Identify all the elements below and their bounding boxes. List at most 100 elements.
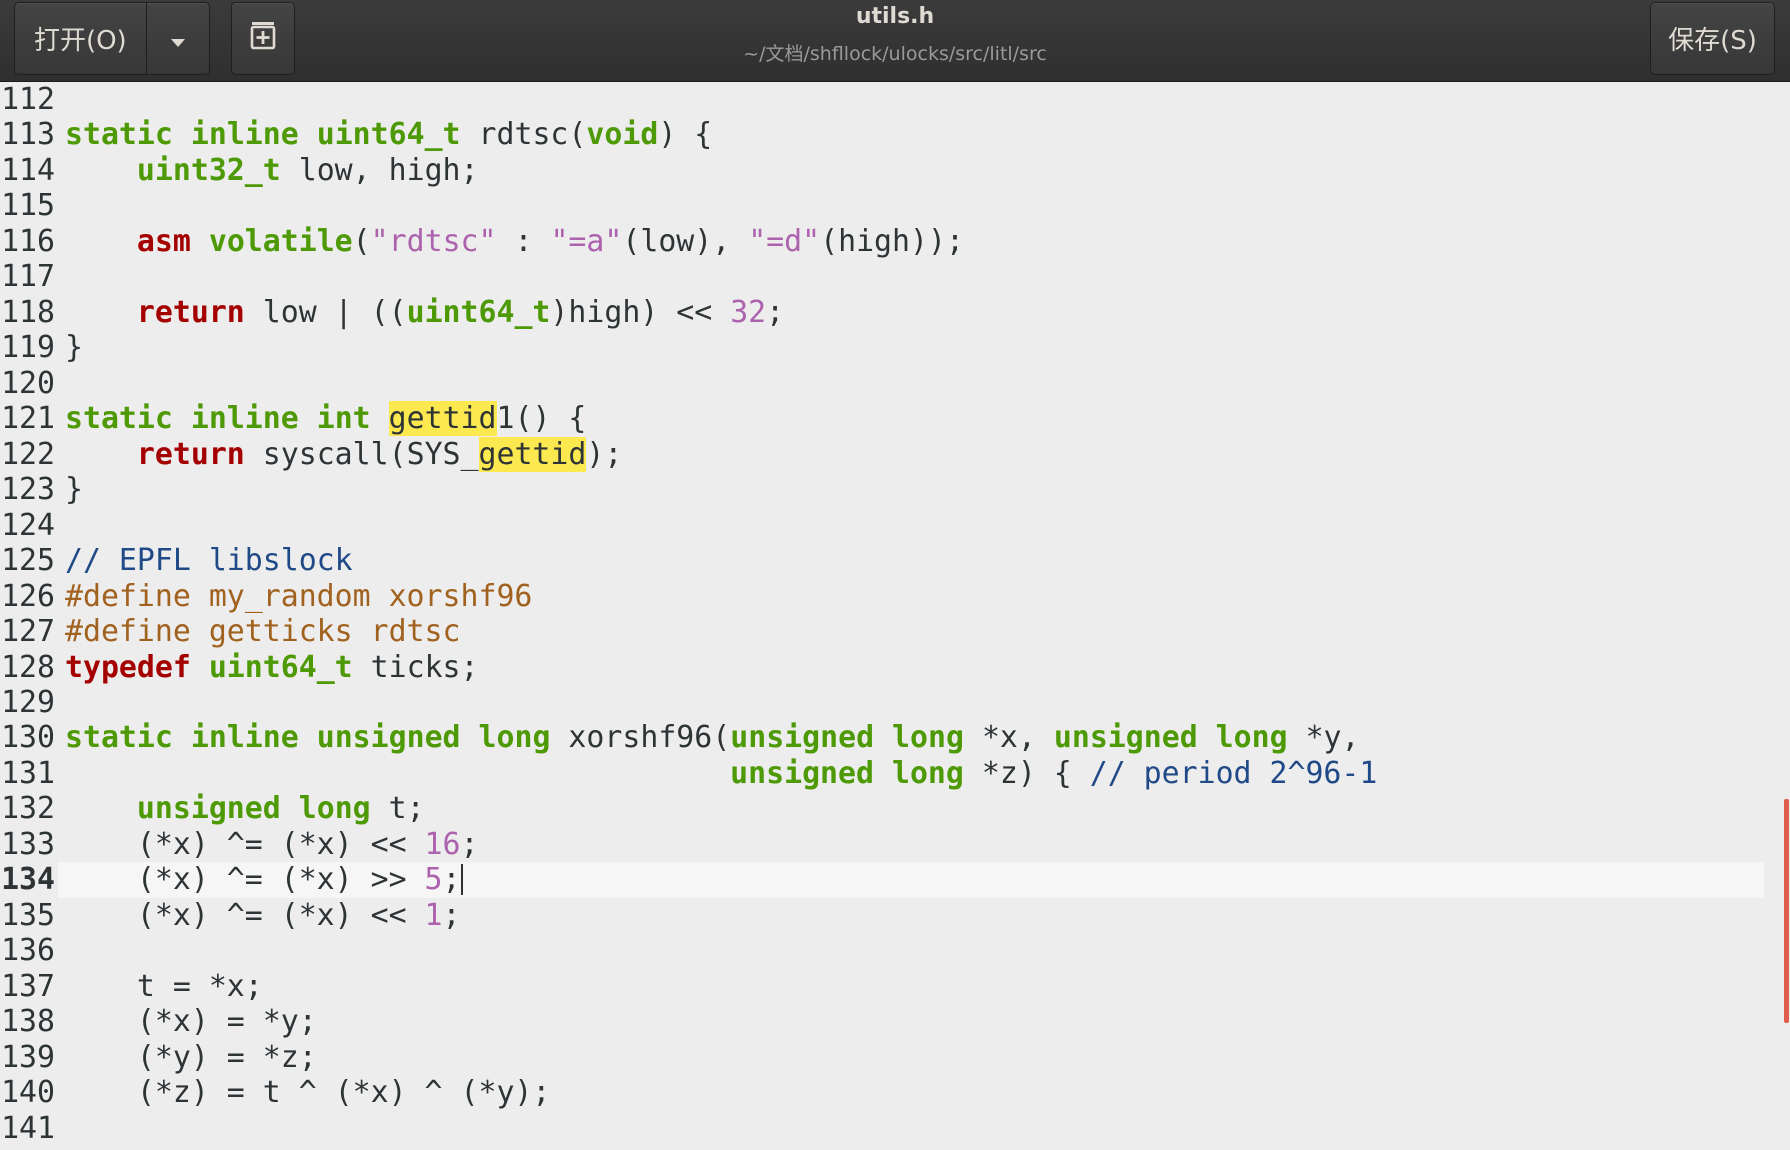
code-line[interactable]: static inline unsigned long xorshf96(uns… [65,720,1360,755]
code-text: (*z) = t ^ (*x) ^ (*y); [65,1075,551,1111]
code-text: (*x) ^= (*x) >> [65,862,425,898]
code-line[interactable]: asm volatile("rdtsc" : "=a"(low), "=d"(h… [65,224,964,259]
code-line[interactable]: uint32_t low, high; [65,153,479,188]
code-row: 138 (*x) = *y; [0,1004,1764,1039]
line-number: 124 [1,507,55,543]
line-number: 134 [1,862,55,898]
line-number: 128 [1,649,55,685]
type-keyword-token: long [1215,720,1288,756]
code-row: 141 [0,1111,1764,1146]
type-keyword-token: unsigned [136,791,281,827]
number-literal-token: 16 [424,826,461,862]
code-row: 124 [0,508,1764,543]
code-line[interactable]: unsigned long *z) { // period 2^96-1 [65,756,1377,791]
type-keyword-token: long [892,720,964,756]
code-text: xorshf96( [550,720,731,756]
code-row: 122 return syscall(SYS_gettid); [0,436,1764,472]
file-path-subtitle: ~/文档/shfllock/ulocks/src/litl/src [743,43,1047,65]
window-title: utils.h [855,4,935,29]
code-text: ; [766,294,785,330]
code-text: low | (( [244,294,407,330]
code-line[interactable]: (*x) ^= (*x) << 1; [65,898,461,933]
string-literal-token: "=d" [748,223,821,259]
header-bar: 打开(O) utils.h ~/文档/shfllock/ulocks/src/l… [0,0,1790,82]
code-editor[interactable]: 112 113 static inline uint64_t rdtsc(void)… [0,82,1764,1150]
code-text: } [65,330,83,366]
code-text: (*x) ^= (*x) << [65,897,425,933]
code-line[interactable]: #define getticks rdtsc [65,614,461,649]
code-line[interactable]: unsigned long t; [65,791,425,826]
code-line[interactable]: // EPFL libslock [65,543,353,578]
code-row: 134 (*x) ^= (*x) >> 5; [0,862,1764,898]
code-line[interactable]: return low | ((uint64_t)high) << 32; [65,295,784,330]
code-line[interactable]: (*x) ^= (*x) << 16; [65,827,479,862]
statement-keyword-token: typedef [65,649,191,685]
number-literal-token: 32 [730,294,767,330]
code-row: 130 static inline unsigned long xorshf96(… [0,720,1764,755]
code-line[interactable]: (*z) = t ^ (*x) ^ (*y); [65,1075,550,1110]
code-line[interactable]: } [65,330,83,365]
comment-token: // EPFL libslock [65,543,353,579]
code-text: ( [352,223,371,259]
type-keyword-token: static [65,401,173,437]
code-row: 115 [0,188,1764,223]
code-line[interactable]: typedef uint64_t ticks; [65,650,479,685]
code-text: low, high; [280,152,479,188]
line-number: 140 [1,1075,55,1111]
code-text: (high)); [820,223,964,259]
code-row: 120 [0,366,1764,401]
number-literal-token: 5 [424,862,443,898]
code-text: : [496,223,551,259]
type-keyword-token: uint64_t [406,294,551,330]
line-number: 123 [1,472,55,508]
code-line[interactable]: static inline uint64_t rdtsc(void) { [65,117,712,152]
code-row: 117 [0,259,1764,294]
code-line[interactable]: (*x) = *y; [65,1004,317,1039]
code-row: 113 static inline uint64_t rdtsc(void) { [0,117,1764,152]
code-line[interactable]: t = *x; [65,969,263,1004]
scrollbar-thumb[interactable] [1784,799,1789,1024]
type-keyword-token: unsigned [1053,720,1198,756]
code-row: 131 unsigned long *z) { // period 2^96-1 [0,756,1764,791]
code-text: )high) << [550,294,731,330]
code-row: 136 [0,933,1764,968]
code-line[interactable]: return syscall(SYS_gettid); [65,436,622,472]
line-number: 120 [1,365,55,401]
code-line[interactable]: #define my_random xorshf96 [65,579,532,614]
code-text: (low), [622,223,749,259]
line-number: 125 [1,543,55,579]
line-number: 135 [1,897,55,933]
code-text: *z) { [963,755,1090,791]
line-number: 115 [1,188,55,224]
string-literal-token: "rdtsc" [370,223,497,259]
type-keyword-token: uint64_t [208,649,353,685]
line-number: 127 [1,614,55,650]
type-keyword-token: inline [190,117,299,153]
line-number: 122 [1,436,55,472]
code-line[interactable]: } [65,472,83,507]
code-row: 132 unsigned long t; [0,791,1764,826]
line-number: 136 [1,933,55,969]
code-line[interactable]: (*y) = *z; [65,1040,317,1075]
line-number: 137 [1,968,55,1004]
statement-keyword-token: asm [136,223,191,259]
code-line[interactable]: static inline int gettid1() { [65,401,586,437]
code-line[interactable]: (*x) ^= (*x) >> 5; [65,862,463,897]
line-number: 139 [1,1039,55,1075]
code-row: 128 typedef uint64_t ticks; [0,650,1764,685]
type-keyword-token: uint32_t [136,152,281,188]
save-button[interactable]: 保存(S) [1650,2,1775,75]
